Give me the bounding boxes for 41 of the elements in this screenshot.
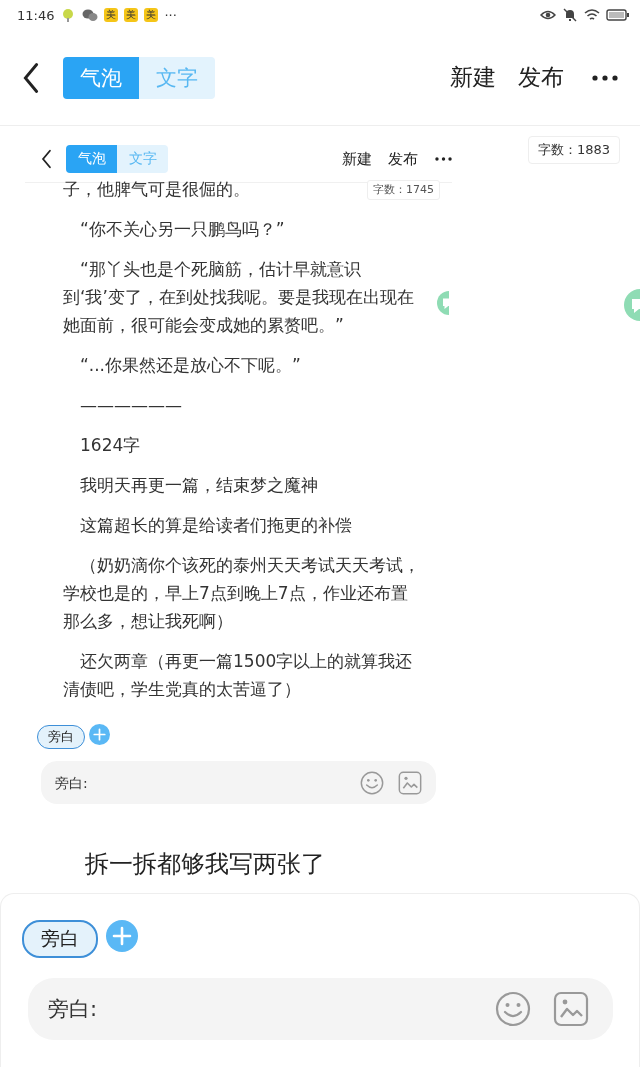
chat-icon [82,8,99,22]
story-paragraph: —————— [79,394,183,417]
battery-icon [606,8,630,22]
emoji-icon[interactable] [495,991,531,1027]
action-button[interactable]: 新建 [450,62,496,93]
app-badge: 美 [124,8,139,22]
story-paragraph: （奶奶滴你个该死的泰州天天考试天天考试，学校也是的，早上7点到晚上7点，作业还布置那么多，想让我死啊） [63,554,421,633]
action-button[interactable]: 发布 [388,149,418,169]
eye-icon [540,8,556,22]
story-paragraph: 还欠两章（再更一篇1500字以上的就算我还清债吧，学生党真的太苦逼了） [63,650,414,701]
word-count: 字数：1883 [527,136,620,164]
story-paragraph: “...你果然还是放心不下呢。” [79,354,302,377]
add-icon[interactable] [106,920,138,952]
app-badge: 美 [144,8,159,22]
input-field[interactable]: 旁白: [41,761,436,804]
story-paragraph: 我明天再更一篇，结束梦之魔神 [79,474,319,497]
more-icon[interactable] [435,157,452,161]
app-badge: 美 [104,8,119,22]
more-notifications: ··· [164,7,177,23]
action-button[interactable]: 发布 [518,62,564,93]
story-paragraph: “你不关心另一只鹏鸟吗？” [79,218,286,241]
back-icon[interactable] [22,61,40,94]
story-paragraph: 子，他脾气可是很倔的。 [63,178,250,201]
word-count: 字数：1745 [367,180,440,200]
more-icon[interactable] [592,74,618,81]
mute-icon [562,8,578,22]
story-paragraph: “那丫头也是个死脑筋，估计早就意识到‘我’变了，在到处找我呢。要是我现在出现在她面前，很可能会变成她的累赘吧。” [63,258,415,337]
action-button[interactable]: 新建 [342,149,372,169]
story-paragraph: 1624字 [79,434,142,457]
role-tag[interactable]: 旁白 [37,725,85,749]
image-icon[interactable] [398,770,422,795]
back-icon[interactable] [41,149,52,169]
role-tag[interactable]: 旁白 [22,920,98,958]
wifi-icon [584,8,600,22]
caption-text: 拆一拆都够我写两张了 [85,849,326,880]
clock: 11:46 [17,7,55,23]
image-icon[interactable] [553,991,589,1027]
story-paragraph: 这篇超长的算是给读者们拖更的补偿 [79,514,353,537]
input-field[interactable]: 旁白: [28,978,613,1040]
emoji-icon[interactable] [360,770,384,795]
add-icon[interactable] [89,723,110,745]
